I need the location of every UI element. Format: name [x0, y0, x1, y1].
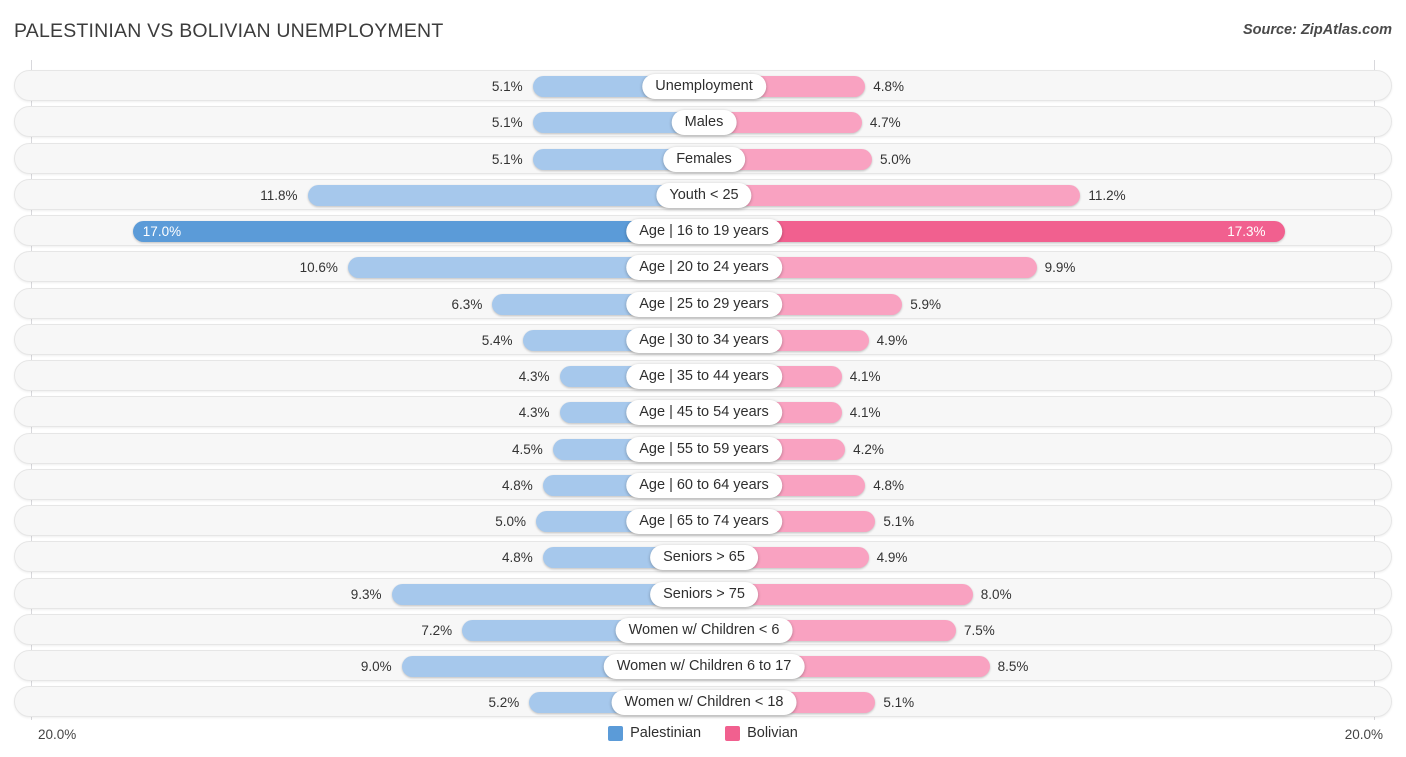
legend-label: Palestinian — [630, 725, 702, 741]
value-label-left: 5.1% — [491, 151, 523, 167]
legend-item[interactable]: Bolivian — [725, 725, 798, 741]
chart-footer: 20.0% 20.0% Palestinian Bolivian — [0, 720, 1406, 757]
table-row[interactable]: 10.6% 9.9% Age | 20 to 24 years — [14, 251, 1392, 283]
category-label[interactable]: Age | 20 to 24 years — [626, 255, 782, 281]
category-label[interactable]: Seniors > 65 — [650, 545, 758, 571]
category-label[interactable]: Age | 25 to 29 years — [626, 291, 782, 317]
chart-plot-area: 5.1% 4.8% Unemployment 5.1% 4.7% Males 5.1% 5.0… — [0, 60, 1406, 720]
value-label-left: 10.6% — [299, 260, 338, 276]
value-label-right: 4.2% — [853, 441, 884, 457]
source-attribution: Source: ZipAtlas.com — [1242, 22, 1392, 38]
legend-swatch-icon — [725, 725, 741, 741]
category-label[interactable]: Age | 60 to 64 years — [626, 472, 782, 498]
category-label[interactable]: Age | 55 to 59 years — [626, 436, 782, 462]
chart-header: PALESTINIAN VS BOLIVIAN UNEMPLOYMENT Sou… — [0, 0, 1406, 60]
chart-legend: Palestinian Bolivian — [0, 725, 1406, 741]
value-label-right: 4.8% — [873, 79, 905, 94]
value-label-left: 6.3% — [451, 296, 483, 312]
bar-right-bolivian — [704, 221, 1286, 242]
value-label-right: 5.1% — [883, 514, 915, 529]
table-row[interactable]: 9.0% 8.5% Women w/ Children 6 to 17 — [14, 650, 1392, 681]
bar-left-palestinian — [132, 221, 704, 242]
table-row[interactable]: 4.5% 4.2% Age | 55 to 59 years — [14, 432, 1392, 464]
table-row[interactable]: 5.1% 4.7% Males — [14, 106, 1392, 138]
bar-left-palestinian — [307, 184, 704, 206]
category-label[interactable]: Women w/ Children 6 to 17 — [603, 654, 805, 679]
value-label-left: 7.2% — [421, 622, 453, 638]
table-row[interactable]: 4.3% 4.1% Age | 35 to 44 years — [14, 360, 1392, 391]
value-label-right: 5.1% — [883, 695, 915, 711]
category-label[interactable]: Females — [663, 146, 745, 172]
table-row[interactable]: 9.3% 8.0% Seniors > 75 — [14, 577, 1392, 609]
table-row[interactable]: 5.4% 4.9% Age | 30 to 34 years — [14, 323, 1392, 355]
value-label-left: 4.3% — [518, 369, 550, 384]
table-row[interactable]: 4.8% 4.9% Seniors > 65 — [14, 541, 1392, 573]
table-row[interactable]: 6.3% 5.9% Age | 25 to 29 years — [14, 287, 1392, 319]
legend-swatch-icon — [608, 725, 624, 741]
value-label-left: 5.0% — [495, 514, 526, 529]
table-row[interactable]: 5.2% 5.1% Women w/ Children < 18 — [14, 686, 1392, 718]
value-label-right: 4.9% — [876, 550, 908, 566]
value-label-left: 4.5% — [512, 441, 543, 457]
value-label-right: 4.7% — [869, 115, 901, 131]
value-label-right: 9.9% — [1044, 260, 1076, 276]
table-row[interactable]: 17.0% 17.3% Age | 16 to 19 years — [14, 215, 1392, 246]
category-label[interactable]: Women w/ Children < 6 — [615, 617, 793, 643]
value-label-left: 5.1% — [491, 79, 523, 94]
value-label-right: 4.1% — [849, 369, 881, 384]
value-label-left: 11.8% — [260, 187, 298, 203]
value-label-right: 5.9% — [910, 296, 942, 312]
category-label[interactable]: Age | 30 to 34 years — [626, 327, 782, 353]
category-label[interactable]: Males — [671, 110, 737, 136]
table-row[interactable]: 5.1% 4.8% Unemployment — [14, 70, 1392, 101]
table-row[interactable]: 4.3% 4.1% Age | 45 to 54 years — [14, 396, 1392, 428]
page-title: PALESTINIAN VS BOLIVIAN UNEMPLOYMENT — [14, 20, 444, 42]
category-label[interactable]: Women w/ Children < 18 — [611, 690, 797, 716]
value-label-left: 4.8% — [501, 477, 533, 493]
value-label-right: 4.8% — [873, 477, 905, 493]
value-label-right: 11.2% — [1088, 187, 1126, 203]
category-label[interactable]: Seniors > 75 — [650, 581, 758, 607]
value-label-right: 4.1% — [849, 405, 881, 421]
value-label-right: 17.3% — [1227, 224, 1266, 239]
value-label-left: 5.2% — [488, 695, 520, 711]
value-label-right: 8.5% — [997, 659, 1029, 674]
value-label-left: 4.8% — [501, 550, 533, 566]
category-label[interactable]: Age | 16 to 19 years — [626, 219, 782, 244]
value-label-left: 9.0% — [360, 659, 392, 674]
value-label-right: 5.0% — [880, 151, 911, 167]
category-label[interactable]: Unemployment — [642, 74, 766, 99]
value-label-right: 7.5% — [964, 622, 995, 638]
value-label-right: 4.9% — [876, 332, 908, 348]
category-label[interactable]: Youth < 25 — [656, 182, 752, 208]
category-label[interactable]: Age | 35 to 44 years — [626, 364, 782, 389]
table-row[interactable]: 11.8% 11.2% Youth < 25 — [14, 178, 1392, 210]
category-label[interactable]: Age | 45 to 54 years — [626, 400, 782, 426]
value-label-left: 9.3% — [350, 586, 382, 602]
table-row[interactable]: 5.1% 5.0% Females — [14, 142, 1392, 174]
legend-item[interactable]: Palestinian — [608, 725, 701, 741]
value-label-left: 17.0% — [142, 224, 182, 239]
table-row[interactable]: 4.8% 4.8% Age | 60 to 64 years — [14, 468, 1392, 500]
table-row[interactable]: 5.0% 5.1% Age | 65 to 74 years — [14, 505, 1392, 536]
value-label-right: 8.0% — [980, 586, 1012, 602]
table-row[interactable]: 7.2% 7.5% Women w/ Children < 6 — [14, 613, 1392, 645]
category-label[interactable]: Age | 65 to 74 years — [626, 509, 782, 534]
value-label-left: 5.4% — [481, 332, 513, 348]
bar-right-bolivian — [704, 184, 1081, 206]
legend-label: Bolivian — [747, 725, 798, 741]
value-label-left: 5.1% — [491, 115, 523, 131]
value-label-left: 4.3% — [518, 405, 550, 421]
